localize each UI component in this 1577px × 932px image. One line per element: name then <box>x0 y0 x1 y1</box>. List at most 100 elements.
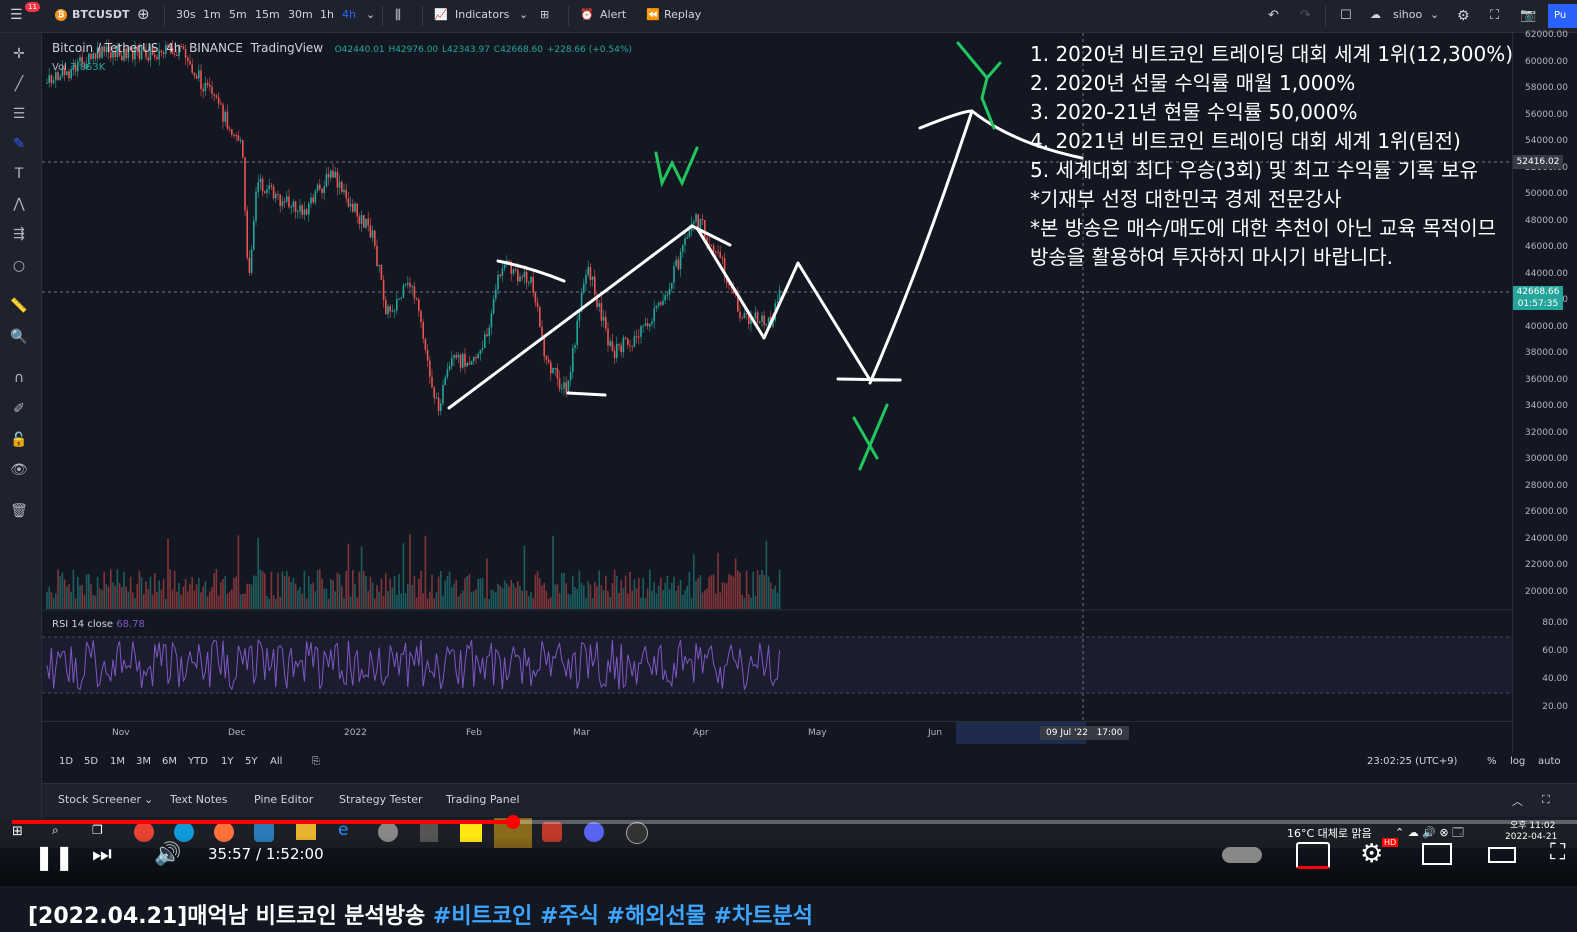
percent-scale-button[interactable]: % <box>1487 756 1497 767</box>
support-stroke <box>566 391 607 397</box>
next-icon[interactable]: ⏭ <box>92 842 112 867</box>
zoom-icon[interactable]: 🔍 <box>8 326 30 348</box>
taskview-icon[interactable]: ❐ <box>92 823 103 837</box>
interval-30m[interactable]: 30m <box>288 8 313 21</box>
magnet-icon[interactable]: ∩ <box>8 367 30 389</box>
indicators-icon[interactable]: 📈 <box>434 8 448 21</box>
range-3m[interactable]: 3M <box>136 756 151 767</box>
candle-body <box>211 86 213 94</box>
replay-button[interactable]: Replay <box>664 8 701 21</box>
lock-icon[interactable]: 🔓 <box>8 429 30 451</box>
prediction-icon[interactable]: ⇶ <box>8 223 30 245</box>
pause-icon[interactable]: ❚❚ <box>34 843 74 871</box>
lock-drawing-icon[interactable]: ✐ <box>8 398 30 420</box>
range-1d[interactable]: 1D <box>59 756 73 767</box>
autoplay-toggle[interactable] <box>1222 847 1262 863</box>
volume-bar <box>101 589 103 609</box>
interval-15m[interactable]: 15m <box>255 8 280 21</box>
maximize-icon[interactable]: ⛶ <box>1542 793 1550 807</box>
interval-30s[interactable]: 30s <box>176 8 196 21</box>
legend-source: TradingView <box>250 41 324 55</box>
pattern-icon[interactable]: ⋀ <box>8 193 30 215</box>
interval-1m[interactable]: 1m <box>203 8 221 21</box>
title-hashtags[interactable]: #비트코인 #주식 #해외선물 #차트분석 <box>433 904 813 929</box>
chevron-down-icon[interactable]: ⌄ <box>519 8 528 21</box>
tab-strategy-tester[interactable]: Strategy Tester <box>339 793 423 806</box>
volume-bar <box>90 584 92 609</box>
layout-name[interactable]: sihoo <box>1393 8 1422 21</box>
log-scale-button[interactable]: log <box>1510 756 1525 767</box>
range-1m[interactable]: 1M <box>110 756 125 767</box>
tab-text-notes[interactable]: Text Notes <box>170 793 228 806</box>
interval-4h[interactable]: 4h <box>342 8 356 21</box>
gear-icon[interactable]: ⚙ <box>1457 8 1470 24</box>
volume-bar <box>184 578 187 609</box>
shape-icon[interactable]: ○ <box>8 255 30 277</box>
range-5y[interactable]: 5Y <box>245 756 257 767</box>
eye-icon[interactable]: 👁 <box>8 459 30 481</box>
range-5d[interactable]: 5D <box>84 756 98 767</box>
note-line: 1. 2020년 비트코인 트레이딩 대회 세계 1위(12,300%) <box>1030 42 1514 66</box>
chevron-down-icon[interactable]: ⌄ <box>1430 8 1439 21</box>
symbol-search[interactable]: BTCUSDT <box>72 8 129 21</box>
chevron-up-icon[interactable]: ︿ <box>1512 793 1523 809</box>
settings-icon[interactable]: ⚙ <box>1360 839 1383 869</box>
time-axis[interactable]: Nov Dec 2022 Feb Mar Apr May Jun <box>42 721 1512 746</box>
video-progress-bar[interactable] <box>12 815 1577 829</box>
brush-icon[interactable]: ✎ <box>8 133 30 155</box>
trash-icon[interactable]: 🗑 <box>8 500 30 522</box>
publish-button[interactable]: Pu <box>1548 4 1577 28</box>
bar-countdown: 01:57:35 <box>1517 299 1559 309</box>
interval-1h[interactable]: 1h <box>320 8 334 21</box>
range-all[interactable]: All <box>270 756 282 767</box>
tab-pine-editor[interactable]: Pine Editor <box>254 793 313 806</box>
interval-5m[interactable]: 5m <box>229 8 247 21</box>
camera-icon[interactable]: 📷 <box>1520 8 1536 23</box>
alert-button[interactable]: Alert <box>600 8 626 21</box>
range-6m[interactable]: 6M <box>162 756 177 767</box>
layout-icon[interactable]: ☐ <box>1340 8 1352 23</box>
candle-style-icon[interactable]: ⫼ <box>395 8 401 23</box>
text-icon[interactable]: T <box>8 163 30 185</box>
cloud-icon[interactable]: ☁ <box>1370 8 1381 21</box>
rewind-icon[interactable]: ⏪ <box>646 8 660 21</box>
crosshair-icon[interactable]: ✛ <box>8 43 30 65</box>
candle-body <box>761 315 763 322</box>
range-ytd[interactable]: YTD <box>188 756 208 767</box>
candle-body <box>426 349 429 361</box>
redo-icon[interactable]: ↷ <box>1300 8 1311 23</box>
tab-trading-panel[interactable]: Trading Panel <box>446 793 520 806</box>
chevron-down-icon[interactable]: ⌄ <box>366 8 375 21</box>
progress-scrubber[interactable] <box>505 815 520 829</box>
date-range-icon[interactable]: ⎘ <box>312 756 320 767</box>
ruler-icon[interactable]: 📏 <box>8 295 30 317</box>
chevron-down-icon[interactable]: ⌄ <box>144 793 153 806</box>
volume-bar <box>257 537 259 609</box>
price-axis[interactable]: 62000.00 60000.00 58000.00 56000.00 54000.00… <box>1512 30 1577 753</box>
drawing-toolbar: ✛ ╱ ☰ ✎ T ⋀ ⇶ ○ 📏 🔍 ∩ ✐ 🔓 👁 🗑 <box>0 33 42 818</box>
fullscreen-icon[interactable]: ⛶ <box>1490 8 1499 23</box>
volume-icon[interactable]: 🔊 <box>154 842 181 867</box>
subtitles-icon[interactable] <box>1296 842 1330 869</box>
volume-bar <box>213 572 215 609</box>
candle-body <box>323 186 325 193</box>
volume-bar <box>512 583 515 609</box>
clock[interactable]: 23:02:25 (UTC+9) <box>1367 756 1457 767</box>
alarm-icon[interactable]: ⏰ <box>580 8 594 21</box>
miniplayer-icon[interactable] <box>1422 843 1452 865</box>
fullscreen-icon[interactable]: ⛶ <box>1550 840 1565 865</box>
tab-stock-screener[interactable]: Stock Screener <box>58 793 141 806</box>
symbol-title[interactable]: Bitcoin / TetherUS <box>52 41 159 55</box>
add-symbol-icon[interactable]: ⊕ <box>137 5 150 23</box>
indicators-button[interactable]: Indicators <box>455 8 509 21</box>
auto-scale-button[interactable]: auto <box>1538 756 1561 767</box>
volume-bar <box>638 578 640 609</box>
candle-body <box>303 209 306 215</box>
undo-icon[interactable]: ↶ <box>1268 8 1279 23</box>
range-1y[interactable]: 1Y <box>221 756 233 767</box>
fib-icon[interactable]: ☰ <box>8 103 30 125</box>
layout-grid-icon[interactable]: ⊞ <box>540 8 549 21</box>
trendline-icon[interactable]: ╱ <box>8 73 30 95</box>
menu-icon[interactable]: ☰ <box>10 7 23 23</box>
theater-icon[interactable] <box>1488 847 1516 863</box>
